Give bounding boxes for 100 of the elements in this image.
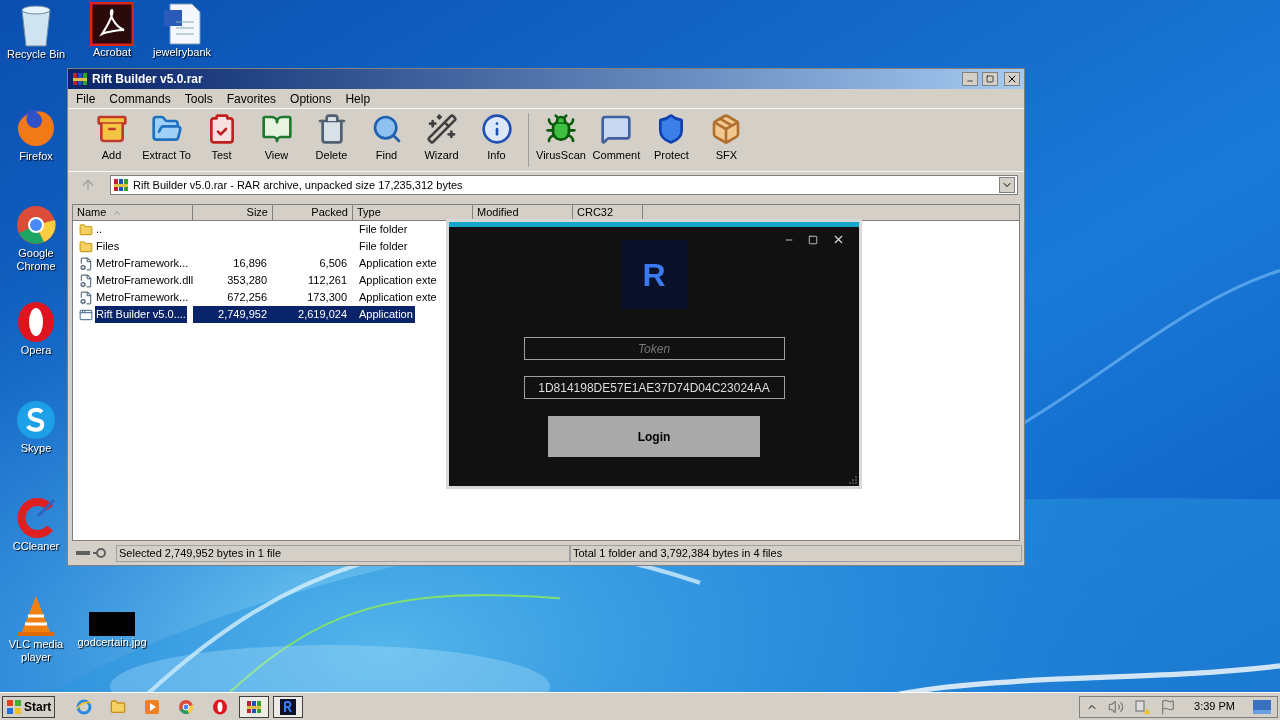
status-text: Selected 2,749,952 bytes in 1 file bbox=[116, 544, 570, 562]
type-cell-text: File folder bbox=[358, 222, 409, 238]
desktop-icon-label: CCleaner bbox=[12, 540, 60, 553]
file-row[interactable]: .. File folder bbox=[73, 221, 410, 238]
file-row[interactable]: MetroFramework... 672,256 173,300 Application exte bbox=[73, 289, 439, 306]
bug-icon bbox=[544, 113, 577, 145]
application-icon bbox=[79, 307, 93, 322]
file-gear-icon bbox=[79, 256, 93, 271]
packed-cell-text: 112,261 bbox=[307, 273, 348, 289]
chrome-icon bbox=[178, 698, 195, 715]
toolbar-button[interactable]: Info bbox=[471, 113, 522, 164]
file-name: MetroFramework.dll bbox=[95, 273, 195, 289]
archive-icon bbox=[95, 113, 128, 145]
file-row[interactable]: Files File folder bbox=[73, 238, 410, 255]
column-header[interactable]: Name bbox=[73, 205, 193, 221]
wand-icon bbox=[425, 113, 458, 145]
file-gear-icon bbox=[79, 290, 93, 305]
toolbar-button[interactable]: Add bbox=[86, 113, 137, 164]
login-button[interactable]: Login bbox=[548, 416, 760, 457]
toolbar-button[interactable]: Find bbox=[361, 113, 412, 164]
token-field[interactable]: Token bbox=[523, 337, 785, 360]
toolbar-button[interactable]: VirusScan bbox=[535, 113, 587, 164]
toolbar-button[interactable]: Protect bbox=[645, 113, 697, 164]
file-row[interactable]: MetroFramework... 16,896 6,506 Application exte bbox=[73, 255, 439, 272]
network-warning-icon[interactable] bbox=[1134, 698, 1151, 715]
menu-item[interactable]: Help bbox=[345, 89, 371, 108]
toolbar-button[interactable]: Delete bbox=[306, 113, 357, 164]
book-icon bbox=[260, 113, 293, 145]
menu-item[interactable]: Commands bbox=[109, 89, 171, 108]
taskbar-button[interactable] bbox=[273, 695, 304, 718]
start-button[interactable]: Start bbox=[2, 695, 56, 718]
maximize-button[interactable] bbox=[982, 72, 998, 86]
size-cell-text: 672,256 bbox=[226, 290, 268, 306]
desktop-icon-label: godcertain.jpg bbox=[77, 636, 147, 649]
packed-cell-text: 2,619,024 bbox=[297, 307, 348, 323]
desktop-icon-label: VLC media player bbox=[7, 638, 65, 664]
key-field[interactable]: 1D814198DE57E1AE37D74D04C23024AA bbox=[523, 376, 785, 399]
folder-icon bbox=[79, 239, 93, 254]
desktop-icon-label: jewelrybank bbox=[152, 46, 212, 59]
skype-icon[interactable] bbox=[14, 398, 58, 442]
desktop-icon-label: Acrobat bbox=[93, 46, 131, 59]
show-desktop-icon[interactable] bbox=[1253, 699, 1271, 714]
archive-books-icon bbox=[113, 177, 129, 193]
media-player-icon bbox=[144, 698, 161, 715]
desktop-icon-label: Opera bbox=[20, 344, 52, 357]
menu-item[interactable]: Favorites bbox=[226, 89, 277, 108]
app-logo-icon bbox=[280, 698, 297, 715]
type-cell-text: File folder bbox=[358, 239, 409, 255]
status-text: Total 1 folder and 3,792,384 bytes in 4 files bbox=[570, 544, 1022, 562]
close-icon bbox=[1006, 73, 1018, 85]
dropdown-button[interactable] bbox=[999, 177, 1015, 193]
chrome-icon[interactable] bbox=[14, 203, 58, 247]
app-logo: R bbox=[620, 240, 688, 309]
folder-icon bbox=[110, 698, 127, 715]
windows-logo-icon bbox=[6, 698, 22, 715]
toolbar-button[interactable]: Wizard bbox=[416, 113, 467, 164]
file-name: MetroFramework... bbox=[95, 290, 190, 306]
type-cell-text: Application exte bbox=[358, 290, 438, 306]
size-cell-text: 2,749,952 bbox=[217, 307, 268, 323]
toolbar-button[interactable]: Test bbox=[196, 113, 247, 164]
column-header[interactable]: Size bbox=[193, 205, 273, 221]
flag-icon[interactable] bbox=[1160, 698, 1177, 715]
minimize-button[interactable] bbox=[962, 72, 978, 86]
toolbar-button[interactable]: View bbox=[251, 113, 302, 164]
type-cell-text: Application exte bbox=[358, 273, 438, 289]
archive-books-icon bbox=[246, 698, 263, 715]
folder-icon bbox=[79, 222, 93, 237]
toolbar-button[interactable]: SFX bbox=[700, 113, 752, 164]
taskbar-button[interactable] bbox=[239, 695, 270, 718]
type-cell-text: Application exte bbox=[358, 256, 438, 272]
clock[interactable]: 3:39 PM bbox=[1194, 698, 1235, 715]
maximize-icon bbox=[986, 75, 994, 83]
speech-bubble-icon bbox=[600, 113, 633, 145]
packed-cell-text: 6,506 bbox=[318, 256, 348, 272]
file-row[interactable]: MetroFramework.dll 353,280 112,261 Application exte bbox=[73, 272, 439, 289]
window-title: Rift Builder v5.0.rar bbox=[92, 71, 204, 88]
packed-cell-text: 173,300 bbox=[306, 290, 348, 306]
desktop-icon-label: Google Chrome bbox=[15, 247, 57, 273]
toolbar-button[interactable]: Comment bbox=[590, 113, 642, 164]
type-cell-text: Application bbox=[358, 307, 414, 323]
info-icon bbox=[480, 113, 513, 145]
close-button[interactable] bbox=[1004, 72, 1020, 86]
menu-item[interactable]: Options bbox=[290, 89, 332, 108]
size-cell-text: 16,896 bbox=[232, 256, 268, 272]
desktop-icon-label: Skype bbox=[20, 442, 52, 455]
close-icon[interactable] bbox=[832, 233, 845, 246]
desktop-icon-label: Firefox bbox=[19, 150, 53, 163]
maximize-icon[interactable] bbox=[808, 234, 818, 245]
desktop-icon-label: Recycle Bin bbox=[6, 48, 66, 61]
speaker-icon[interactable] bbox=[1108, 698, 1125, 715]
minimize-icon bbox=[966, 77, 974, 85]
acrobat-icon[interactable] bbox=[90, 2, 134, 46]
address-field[interactable]: Rift Builder v5.0.rar - RAR archive, unpacked size 17,235,312 bytes bbox=[110, 175, 1018, 195]
column-header[interactable]: Packed bbox=[273, 205, 353, 221]
file-name: Rift Builder v5.0.... bbox=[95, 306, 187, 323]
toolbar-button[interactable]: Extract To bbox=[141, 113, 192, 164]
menu-item[interactable]: File bbox=[76, 89, 96, 108]
menu-item[interactable]: Tools bbox=[184, 89, 213, 108]
file-name: MetroFramework... bbox=[95, 256, 190, 272]
word-icon[interactable] bbox=[162, 2, 202, 46]
